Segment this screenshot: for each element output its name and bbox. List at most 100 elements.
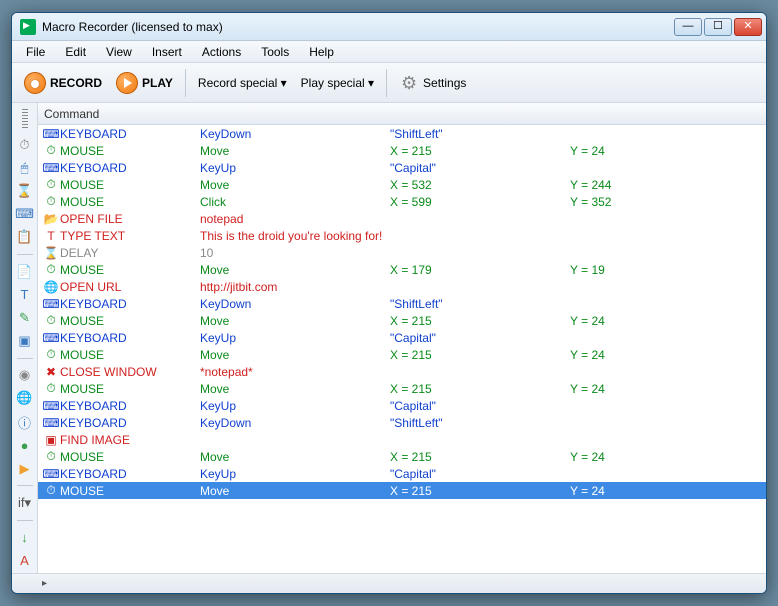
row-action: KeyDown (200, 127, 390, 141)
table-row[interactable]: ⏱MOUSEMoveX = 179Y = 19 (38, 261, 766, 278)
row-param1: X = 215 (390, 314, 570, 328)
paste-icon[interactable]: 📄 (16, 263, 34, 280)
play-special-dropdown[interactable]: Play special ▾ (295, 73, 380, 93)
menu-file[interactable]: File (16, 43, 55, 61)
play-button[interactable]: PLAY (110, 68, 179, 98)
row-icon: 📂 (42, 212, 60, 226)
row-icon: ⏱ (42, 262, 60, 277)
side-toolbar: ⏱ 🖱 ⌛ ⌨ 📋 📄 T ✎ ▣ ◉ 🌐 ⓘ ● ▶ if▾ ↓ A (12, 103, 38, 573)
row-param1: "ShiftLeft" (390, 127, 570, 141)
row-icon: T (42, 229, 60, 243)
expand-icon[interactable]: ▸ (42, 578, 47, 589)
toolbar: RECORD PLAY Record special ▾ Play specia… (12, 63, 766, 103)
settings-button[interactable]: ⚙ Settings (393, 69, 472, 97)
row-command: KEYBOARD (60, 416, 200, 430)
row-icon: ⏱ (42, 177, 60, 192)
play-small-icon[interactable]: ▶ (16, 460, 34, 477)
menu-insert[interactable]: Insert (142, 43, 192, 61)
row-param2: Y = 352 (570, 195, 766, 209)
row-action: Move (200, 450, 390, 464)
table-row[interactable]: ⌨KEYBOARDKeyDown"ShiftLeft" (38, 125, 766, 142)
row-param1: X = 215 (390, 382, 570, 396)
row-param2: Y = 24 (570, 144, 766, 158)
eyedropper-icon[interactable]: ✎ (16, 309, 34, 326)
row-param1: "ShiftLeft" (390, 416, 570, 430)
hourglass-icon[interactable]: ⌛ (16, 182, 34, 199)
table-row[interactable]: ⏱MOUSEMoveX = 215Y = 24 (38, 482, 766, 499)
row-action: Move (200, 382, 390, 396)
row-command: MOUSE (60, 263, 200, 277)
row-param1: X = 215 (390, 450, 570, 464)
row-icon: 🌐 (42, 280, 60, 294)
table-row[interactable]: ⌛DELAY10 (38, 244, 766, 261)
menu-help[interactable]: Help (299, 43, 344, 61)
copy-icon[interactable]: 📋 (16, 229, 34, 246)
grip-icon[interactable] (22, 109, 28, 128)
row-icon: ✖ (42, 365, 60, 379)
column-header[interactable]: Command (38, 103, 766, 125)
keyboard-icon[interactable]: ⌨ (16, 206, 34, 223)
row-command: OPEN URL (60, 280, 200, 294)
row-action: Move (200, 144, 390, 158)
table-row[interactable]: ⏱MOUSEClickX = 599Y = 352 (38, 193, 766, 210)
row-command: MOUSE (60, 382, 200, 396)
row-command: KEYBOARD (60, 331, 200, 345)
menu-tools[interactable]: Tools (251, 43, 299, 61)
circle-icon[interactable]: ◉ (16, 367, 34, 384)
table-row[interactable]: ⏱MOUSEMoveX = 532Y = 244 (38, 176, 766, 193)
minimize-button[interactable]: — (674, 18, 702, 36)
a-icon[interactable]: A (16, 552, 34, 569)
separator (386, 69, 387, 97)
image-icon[interactable]: ▣ (16, 333, 34, 350)
table-row[interactable]: 📂OPEN FILEnotepad (38, 210, 766, 227)
table-row[interactable]: ⌨KEYBOARDKeyUp"Capital" (38, 397, 766, 414)
record-special-dropdown[interactable]: Record special ▾ (192, 73, 293, 93)
menu-view[interactable]: View (96, 43, 142, 61)
record-icon (24, 72, 46, 94)
row-param1: X = 179 (390, 263, 570, 277)
window-title: Macro Recorder (licensed to max) (42, 20, 674, 34)
row-icon: ⌨ (42, 416, 60, 430)
info-icon[interactable]: ⓘ (16, 413, 34, 431)
row-command: MOUSE (60, 348, 200, 362)
table-row[interactable]: ⏱MOUSEMoveX = 215Y = 24 (38, 346, 766, 363)
row-icon: ⏱ (42, 143, 60, 158)
record-button[interactable]: RECORD (18, 68, 108, 98)
menu-actions[interactable]: Actions (192, 43, 251, 61)
row-command: FIND IMAGE (60, 433, 200, 447)
text-icon[interactable]: T (16, 286, 34, 303)
green-ball-icon[interactable]: ● (16, 437, 34, 454)
table-row[interactable]: ⌨KEYBOARDKeyUp"Capital" (38, 465, 766, 482)
table-row[interactable]: ⏱MOUSEMoveX = 215Y = 24 (38, 380, 766, 397)
row-command: TYPE TEXT (60, 229, 200, 243)
table-row[interactable]: 🌐OPEN URLhttp://jitbit.com (38, 278, 766, 295)
row-icon: ⏱ (42, 449, 60, 464)
titlebar: Macro Recorder (licensed to max) — ☐ ✕ (12, 13, 766, 41)
mouse-icon[interactable]: 🖱 (16, 159, 34, 176)
table-row[interactable]: TTYPE TEXTThis is the droid you're looki… (38, 227, 766, 244)
clock-icon[interactable]: ⏱ (16, 136, 34, 153)
separator (185, 69, 186, 97)
row-action: Click (200, 195, 390, 209)
if-icon[interactable]: if▾ (16, 494, 34, 511)
row-param2: Y = 24 (570, 314, 766, 328)
table-row[interactable]: ⌨KEYBOARDKeyUp"Capital" (38, 159, 766, 176)
table-row[interactable]: ⌨KEYBOARDKeyDown"ShiftLeft" (38, 295, 766, 312)
globe-icon[interactable]: 🌐 (16, 390, 34, 407)
down-icon[interactable]: ↓ (16, 529, 34, 546)
menu-edit[interactable]: Edit (55, 43, 96, 61)
table-row[interactable]: ⏱MOUSEMoveX = 215Y = 24 (38, 142, 766, 159)
table-row[interactable]: ✖CLOSE WINDOW*notepad* (38, 363, 766, 380)
command-list: Command ⌨KEYBOARDKeyDown"ShiftLeft"⏱MOUS… (38, 103, 766, 573)
row-command: DELAY (60, 246, 200, 260)
table-row[interactable]: ⏱MOUSEMoveX = 215Y = 24 (38, 448, 766, 465)
close-button[interactable]: ✕ (734, 18, 762, 36)
table-row[interactable]: ▣FIND IMAGE (38, 431, 766, 448)
maximize-button[interactable]: ☐ (704, 18, 732, 36)
table-row[interactable]: ⌨KEYBOARDKeyUp"Capital" (38, 329, 766, 346)
row-action: notepad (200, 212, 390, 226)
row-param2: Y = 244 (570, 178, 766, 192)
table-row[interactable]: ⌨KEYBOARDKeyDown"ShiftLeft" (38, 414, 766, 431)
row-action: Move (200, 484, 390, 498)
table-row[interactable]: ⏱MOUSEMoveX = 215Y = 24 (38, 312, 766, 329)
